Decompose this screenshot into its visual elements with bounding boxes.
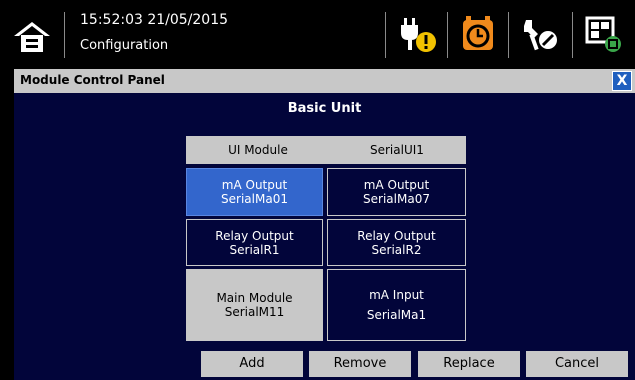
add-button[interactable]: Add xyxy=(201,351,303,377)
remove-button[interactable]: Remove xyxy=(309,351,411,377)
datetime-label: 15:52:03 21/05/2015 xyxy=(80,12,229,28)
module-serial: SerialMa01 xyxy=(221,192,288,206)
panel-subtitle: Basic Unit xyxy=(287,101,362,116)
close-icon: X xyxy=(616,73,628,89)
cancel-button[interactable]: Cancel xyxy=(526,351,628,377)
header-divider xyxy=(385,12,386,58)
module-serial: SerialMa07 xyxy=(363,192,430,206)
module-name: mA Output xyxy=(221,178,288,192)
tools-icon xyxy=(524,20,557,51)
module-name: Relay Output xyxy=(215,228,294,243)
module-slot-1[interactable]: mA Output SerialMa01 xyxy=(186,168,323,216)
ui-module-label: UI Module xyxy=(228,143,288,157)
module-slot-3[interactable]: Relay Output SerialR1 xyxy=(186,219,323,266)
ui-module-serial: SerialUI1 xyxy=(369,143,424,157)
module-slot-4[interactable]: Relay Output SerialR2 xyxy=(327,219,466,266)
panel-title: Module Control Panel xyxy=(20,73,165,87)
tools-button[interactable] xyxy=(520,14,560,54)
module-slot-5[interactable]: Main Module SerialM11 xyxy=(186,269,323,341)
replace-button[interactable]: Replace xyxy=(418,351,520,377)
module-control-panel: Basic Unit UI Module SerialUI1 mA Output… xyxy=(14,93,635,380)
header-divider xyxy=(64,12,65,58)
module-name: Main Module xyxy=(216,291,293,305)
close-button[interactable]: X xyxy=(612,71,632,91)
module-serial: SerialMa1 xyxy=(366,308,427,322)
module-grid-icon xyxy=(585,16,621,52)
module-slot-6[interactable]: mA Input SerialMa1 xyxy=(327,269,466,341)
home-icon xyxy=(14,22,50,52)
modules-button[interactable] xyxy=(584,14,624,54)
timer-button[interactable] xyxy=(458,14,498,54)
header-divider xyxy=(447,12,448,58)
ui-module-row[interactable]: UI Module SerialUI1 xyxy=(186,136,466,164)
module-serial: SerialM11 xyxy=(224,305,285,319)
module-name: Relay Output xyxy=(357,228,436,243)
panel-title-bar: Module Control Panel X xyxy=(14,69,635,93)
header-divider xyxy=(508,12,509,58)
alarm-clock-icon xyxy=(463,16,493,50)
home-button[interactable] xyxy=(12,20,52,54)
power-status-button[interactable] xyxy=(398,14,438,54)
module-serial: SerialR2 xyxy=(371,242,422,257)
module-slot-2[interactable]: mA Output SerialMa07 xyxy=(327,168,466,216)
header-divider xyxy=(572,12,573,58)
header-bar: 15:52:03 21/05/2015 Configuration xyxy=(0,0,635,68)
module-name: mA Input xyxy=(369,288,424,302)
screen: 15:52:03 21/05/2015 Configuration Module… xyxy=(0,0,635,380)
mode-label: Configuration xyxy=(80,38,169,53)
module-serial: SerialR1 xyxy=(229,242,280,257)
module-name: mA Output xyxy=(363,178,430,192)
power-plug-warning-icon xyxy=(401,18,436,52)
